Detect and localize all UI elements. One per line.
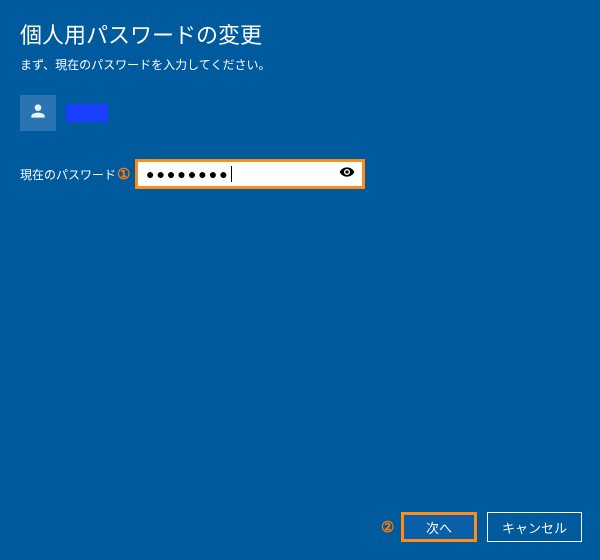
annotation-step-1: ① — [117, 165, 130, 183]
text-caret — [231, 166, 232, 182]
user-row — [0, 95, 600, 131]
cancel-button[interactable]: キャンセル — [487, 512, 582, 542]
footer-buttons: ② 次へ キャンセル — [401, 512, 582, 542]
password-row: 現在のパスワード ① ●●●●●●●● — [0, 159, 600, 189]
page-title: 個人用パスワードの変更 — [0, 0, 600, 56]
annotation-step-2: ② — [381, 518, 394, 536]
password-mask: ●●●●●●●● — [146, 167, 230, 181]
reveal-password-button[interactable] — [338, 165, 356, 183]
avatar — [20, 95, 56, 131]
person-icon — [28, 101, 48, 126]
user-name-redacted — [66, 104, 108, 122]
current-password-input[interactable]: ●●●●●●●● — [135, 159, 365, 189]
page-subtitle: まず、現在のパスワードを入力してください。 — [0, 56, 600, 95]
next-button[interactable]: 次へ — [401, 512, 477, 542]
eye-icon — [339, 164, 355, 185]
